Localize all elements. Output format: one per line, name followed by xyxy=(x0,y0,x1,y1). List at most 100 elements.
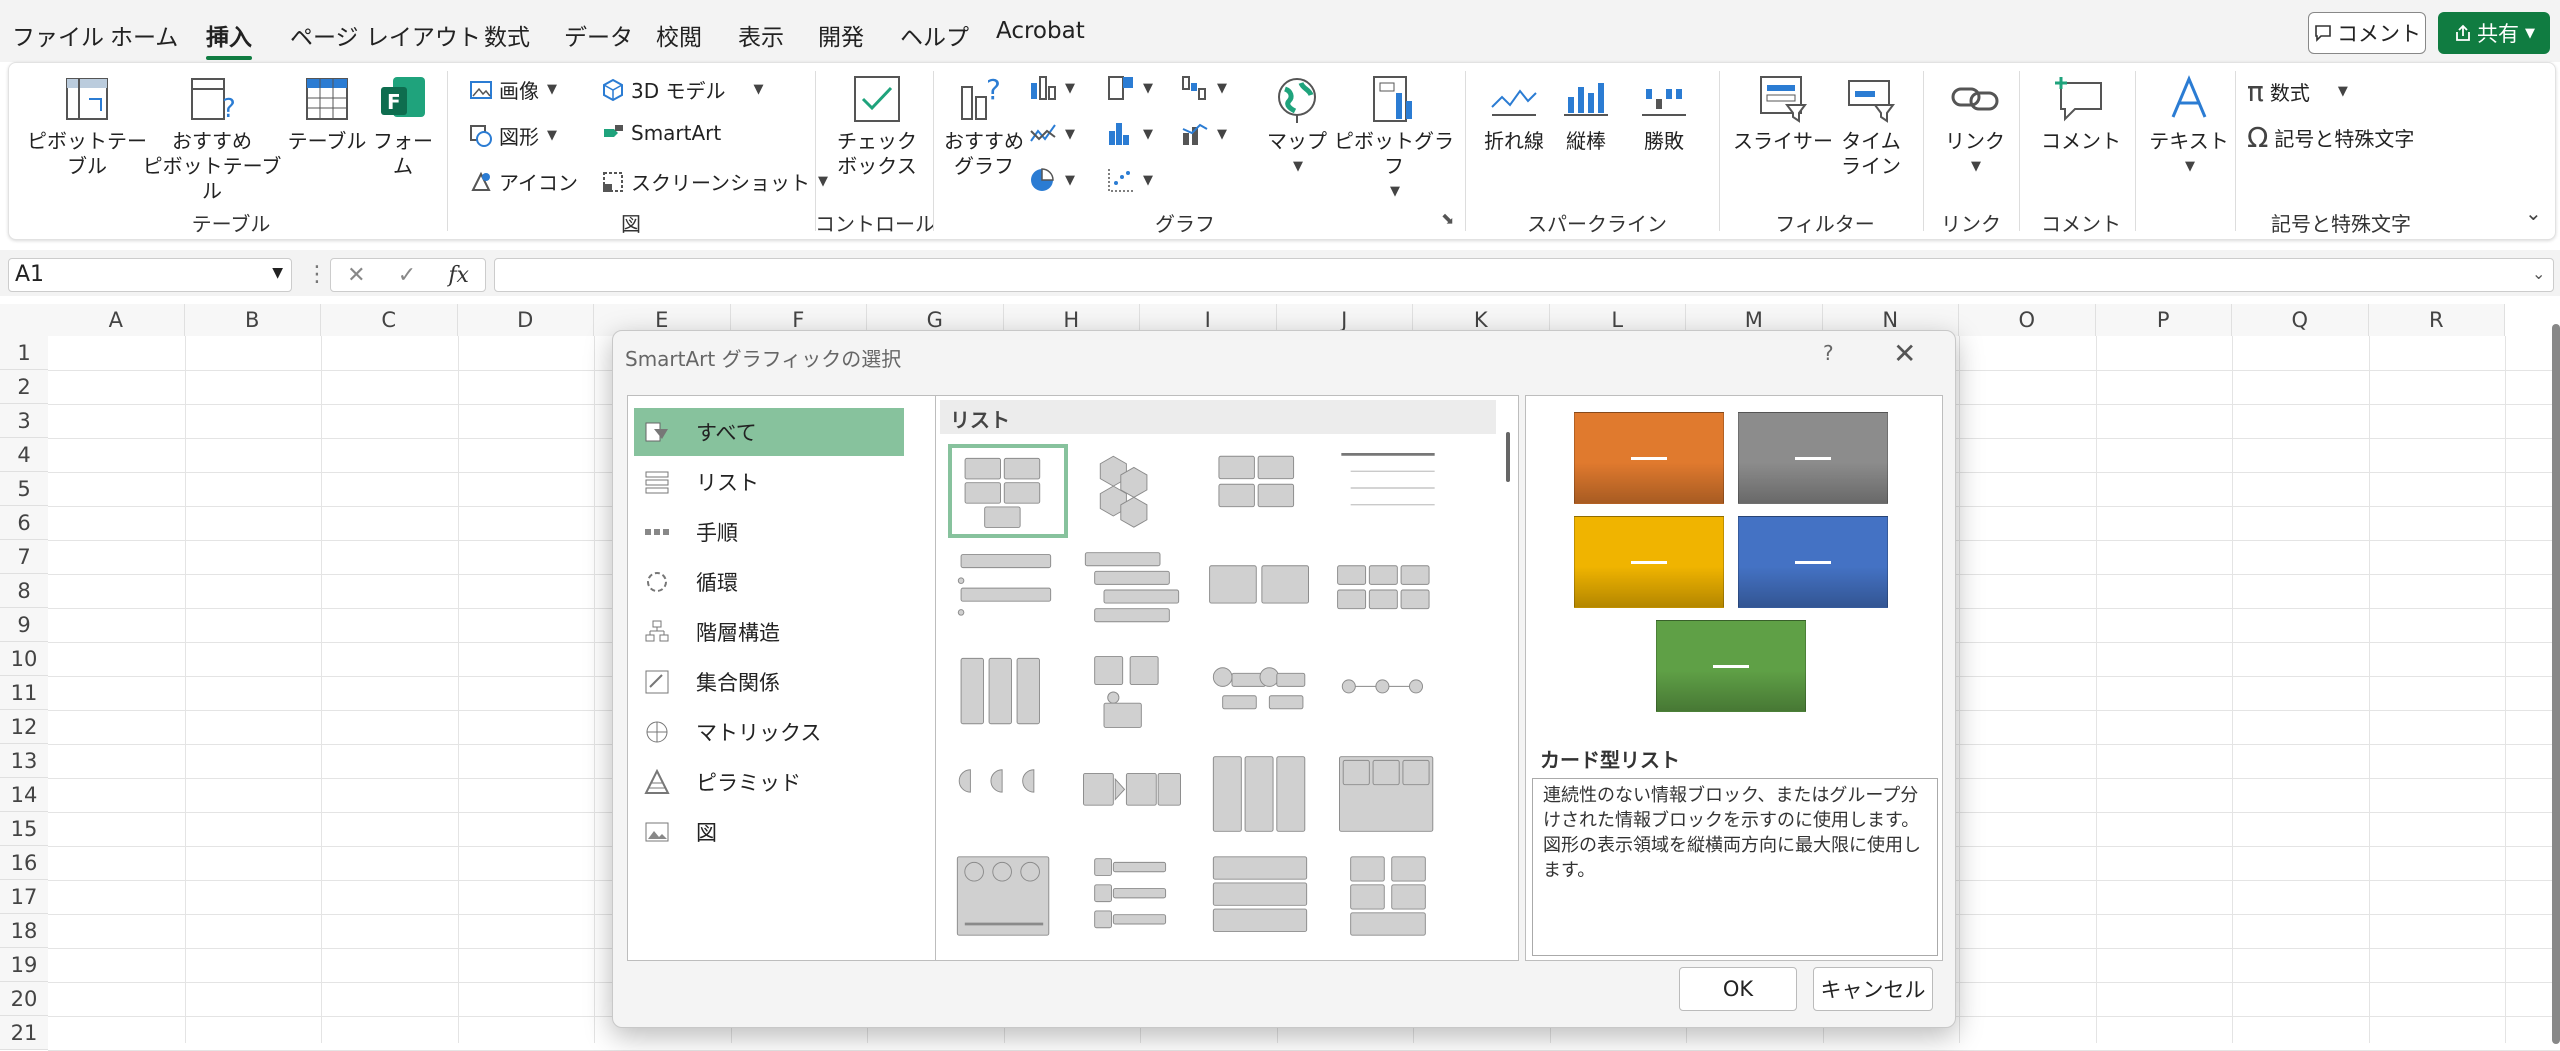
layout-thumbnail[interactable] xyxy=(1332,648,1452,742)
column-header[interactable]: A xyxy=(48,304,185,336)
pivot-table-button[interactable]: ピボットテー ブル xyxy=(27,73,147,179)
combo-chart-button[interactable]: ▼ xyxy=(1181,121,1227,147)
timeline-button[interactable]: タイム ライン xyxy=(1829,73,1913,179)
symbol-button[interactable]: Ω 記号と特殊文字 xyxy=(2247,121,2414,154)
shapes-button[interactable]: 図形 ▼ xyxy=(469,121,557,150)
column-header[interactable]: C xyxy=(321,304,458,336)
row-header[interactable]: 3 xyxy=(0,404,48,438)
layout-thumbnail[interactable] xyxy=(1076,648,1196,742)
ribbon-collapse-icon[interactable]: ⌄ xyxy=(2525,201,2542,225)
row-header[interactable]: 13 xyxy=(0,744,48,778)
tab-acrobat[interactable]: Acrobat xyxy=(996,18,1085,44)
cancel-button[interactable]: キャンセル xyxy=(1813,967,1933,1011)
category-process[interactable]: 手順 xyxy=(634,508,904,556)
category-relationship[interactable]: 集合関係 xyxy=(634,658,904,706)
new-comment-button[interactable]: コメント xyxy=(2029,73,2133,154)
help-button[interactable]: ? xyxy=(1823,341,1834,365)
row-header[interactable]: 16 xyxy=(0,846,48,880)
row-header[interactable]: 5 xyxy=(0,472,48,506)
layout-thumbnail[interactable] xyxy=(1204,648,1324,742)
category-picture[interactable]: 図 xyxy=(634,808,904,856)
column-header[interactable]: R xyxy=(2368,304,2505,336)
category-hierarchy[interactable]: 階層構造 xyxy=(634,608,904,656)
tab-developer[interactable]: 開発 xyxy=(818,18,864,52)
layout-thumbnail[interactable] xyxy=(1204,546,1324,640)
text-button[interactable]: テキスト ▼ xyxy=(2139,73,2239,179)
sparkline-column-button[interactable]: 縦棒 xyxy=(1551,73,1621,154)
layout-thumbnail[interactable] xyxy=(1332,852,1452,946)
tab-page-layout[interactable]: ページ レイアウト xyxy=(290,18,481,52)
layout-thumbnail[interactable] xyxy=(1204,852,1324,946)
share-button[interactable]: 共有 ▼ xyxy=(2438,12,2550,54)
column-header[interactable]: O xyxy=(1959,304,2096,336)
gallery-scrollbar[interactable] xyxy=(1506,432,1510,482)
link-button[interactable]: リンク ▼ xyxy=(1935,73,2015,179)
slicer-button[interactable]: スライサー xyxy=(1733,73,1833,154)
row-header[interactable]: 19 xyxy=(0,948,48,982)
row-header[interactable]: 17 xyxy=(0,880,48,914)
select-all-corner[interactable] xyxy=(0,304,48,336)
row-header[interactable]: 2 xyxy=(0,370,48,404)
tab-formulas[interactable]: 数式 xyxy=(484,18,530,52)
category-cycle[interactable]: 循環 xyxy=(634,558,904,606)
row-header[interactable]: 15 xyxy=(0,812,48,846)
3d-model-button[interactable]: 3D モデル ▼ xyxy=(601,75,763,104)
table-button[interactable]: テーブル xyxy=(277,73,377,154)
waterfall-chart-button[interactable]: ▼ xyxy=(1181,75,1227,101)
layout-thumbnail[interactable] xyxy=(948,546,1068,640)
row-header[interactable]: 11 xyxy=(0,676,48,710)
recommended-charts-button[interactable]: ? おすすめ グラフ xyxy=(939,73,1029,179)
column-chart-button[interactable]: ▼ xyxy=(1029,75,1075,101)
category-matrix[interactable]: マトリックス xyxy=(634,708,904,756)
tab-file[interactable]: ファイル xyxy=(12,18,104,52)
tab-home[interactable]: ホーム xyxy=(110,18,178,52)
checkbox-button[interactable]: チェック ボックス xyxy=(827,73,927,179)
row-header[interactable]: 18 xyxy=(0,914,48,948)
tab-insert[interactable]: 挿入 xyxy=(206,18,252,60)
forms-button[interactable]: F フォー ム xyxy=(363,73,443,179)
comments-button[interactable]: コメント xyxy=(2308,12,2426,54)
pie-chart-button[interactable]: ▼ xyxy=(1029,167,1075,193)
sparkline-line-button[interactable]: 折れ線 xyxy=(1471,73,1557,154)
layout-thumbnail[interactable] xyxy=(1332,546,1452,640)
close-button[interactable]: ✕ xyxy=(1893,337,1916,370)
category-list-item[interactable]: リスト xyxy=(634,458,904,506)
pivot-chart-button[interactable]: ピボットグラフ ▼ xyxy=(1329,73,1459,204)
dialog-launcher-icon[interactable]: ⬊ xyxy=(1441,209,1454,228)
category-pyramid[interactable]: ピラミッド xyxy=(634,758,904,806)
column-header[interactable]: B xyxy=(184,304,321,336)
row-header[interactable]: 8 xyxy=(0,574,48,608)
icons-button[interactable]: アイコン xyxy=(469,167,578,196)
name-box[interactable]: A1 ▼ xyxy=(8,258,292,292)
layout-thumbnail[interactable] xyxy=(1076,546,1196,640)
layout-thumbnail[interactable] xyxy=(948,444,1068,538)
layout-thumbnail[interactable] xyxy=(1076,750,1196,844)
category-all[interactable]: すべて xyxy=(634,408,904,456)
column-header[interactable]: Q xyxy=(2232,304,2369,336)
image-button[interactable]: 画像 ▼ xyxy=(469,75,557,104)
tab-data[interactable]: データ xyxy=(564,18,633,52)
scatter-chart-button[interactable]: ▼ xyxy=(1107,167,1153,193)
cancel-icon[interactable]: ✕ xyxy=(347,263,365,288)
ok-button[interactable]: OK xyxy=(1679,967,1797,1011)
row-header[interactable]: 4 xyxy=(0,438,48,472)
row-header[interactable]: 1 xyxy=(0,336,48,370)
row-header[interactable]: 10 xyxy=(0,642,48,676)
tab-help[interactable]: ヘルプ xyxy=(900,18,969,52)
map-button[interactable]: マップ ▼ xyxy=(1257,73,1337,179)
statistic-chart-button[interactable]: ▼ xyxy=(1107,121,1153,147)
column-header[interactable]: D xyxy=(457,304,594,336)
recommended-pivot-button[interactable]: ? おすすめ ピボットテーブル xyxy=(137,73,287,204)
equation-button[interactable]: π 数式 ▼ xyxy=(2247,75,2348,108)
smartart-button[interactable]: SmartArt xyxy=(601,121,721,145)
line-chart-button[interactable]: ▼ xyxy=(1029,121,1075,147)
layout-thumbnail[interactable] xyxy=(948,750,1068,844)
row-header[interactable]: 7 xyxy=(0,540,48,574)
row-header[interactable]: 21 xyxy=(0,1016,48,1050)
row-header[interactable]: 12 xyxy=(0,710,48,744)
layout-thumbnail[interactable] xyxy=(948,852,1068,946)
fx-icon[interactable]: fx xyxy=(448,263,469,288)
row-header[interactable]: 14 xyxy=(0,778,48,812)
expand-formula-icon[interactable]: ⌄ xyxy=(2532,264,2545,283)
row-header[interactable]: 9 xyxy=(0,608,48,642)
